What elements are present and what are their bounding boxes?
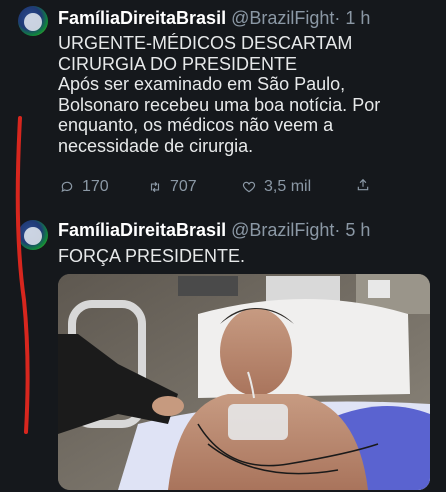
like-button[interactable]: 3,5 mil <box>242 178 311 196</box>
reply-button[interactable]: 170 <box>60 178 109 196</box>
tweet-text: FORÇA PRESIDENTE. <box>58 246 246 266</box>
tweet-line: necessidade de cirurgia. <box>58 135 254 156</box>
share-icon <box>357 178 369 191</box>
share-button[interactable] <box>356 178 370 192</box>
tweet-line: Bolsonaro recebeu uma boa notícia. Por <box>58 94 381 115</box>
avatar[interactable] <box>18 6 48 36</box>
like-count: 3,5 mil <box>264 178 312 195</box>
handle[interactable]: @BrazilFight <box>231 220 334 240</box>
hospital-photo <box>58 274 430 490</box>
tweet-actions: 170 707 3,5 mil <box>58 178 438 198</box>
like-icon <box>242 181 256 193</box>
retweet-button[interactable]: 707 <box>148 178 197 196</box>
tweet-header: FamíliaDireitaBrasil @BrazilFight· 1 h <box>58 8 370 29</box>
tweet-1[interactable]: FamíliaDireitaBrasil @BrazilFight· 1 h U… <box>0 0 446 210</box>
reply-count: 170 <box>82 178 109 195</box>
tweet-text: URGENTE-MÉDICOS DESCARTAM CIRURGIA DO PR… <box>58 33 438 156</box>
separator: · <box>334 8 341 28</box>
tweet-header: FamíliaDireitaBrasil @BrazilFight· 5 h <box>58 220 370 241</box>
display-name[interactable]: FamíliaDireitaBrasil <box>58 8 226 28</box>
handle[interactable]: @BrazilFight <box>231 8 334 28</box>
timestamp[interactable]: 5 h <box>345 220 370 240</box>
tweet-line: CIRURGIA DO PRESIDENTE <box>58 53 298 74</box>
tweet-line: enquanto, os médicos não veem a <box>58 115 334 135</box>
tweet-line: URGENTE-MÉDICOS DESCARTAM <box>58 33 353 53</box>
retweet-count: 707 <box>170 178 197 195</box>
tweet-line: Após ser examinado em São Paulo, <box>58 74 346 94</box>
separator: · <box>334 220 341 240</box>
tweet-photo[interactable] <box>58 274 430 490</box>
avatar[interactable] <box>18 220 48 250</box>
timestamp[interactable]: 1 h <box>345 8 370 28</box>
reply-icon <box>61 181 73 193</box>
display-name[interactable]: FamíliaDireitaBrasil <box>58 220 226 240</box>
retweet-icon <box>150 181 160 193</box>
